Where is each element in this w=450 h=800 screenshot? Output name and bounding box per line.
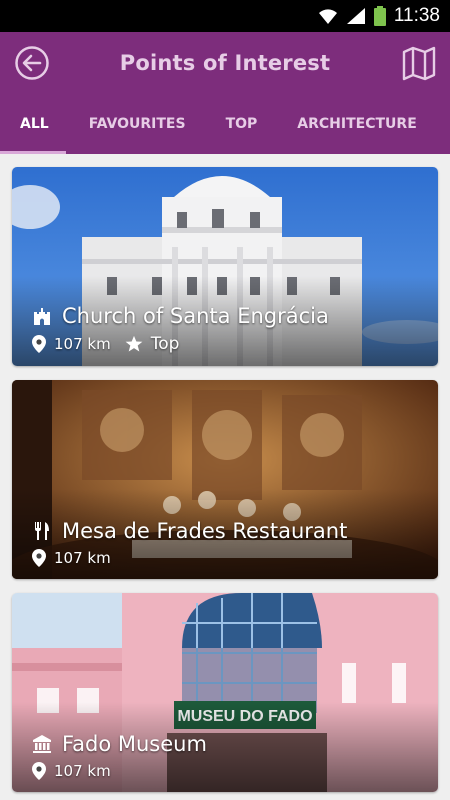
place-meta: 107 km	[32, 549, 347, 567]
status-time: 11:38	[393, 5, 440, 26]
top-badge: Top	[125, 334, 180, 354]
map-button[interactable]	[402, 45, 436, 81]
place-title-row: Fado Museum	[32, 732, 207, 756]
distance-value: 107 km	[54, 549, 111, 567]
category-tabs: ALL FAVOURITES TOP ARCHITECTURE BA	[0, 94, 450, 154]
signal-icon	[346, 7, 366, 25]
place-card[interactable]: Mesa de Frades Restaurant 107 km	[12, 380, 438, 579]
location-pin-icon	[32, 762, 46, 780]
page-title: Points of Interest	[119, 51, 331, 75]
place-name: Mesa de Frades Restaurant	[62, 519, 348, 543]
back-button[interactable]	[14, 45, 50, 81]
tab-favourites[interactable]: FAVOURITES	[69, 94, 206, 154]
location-pin-icon	[32, 335, 46, 353]
tab-architecture[interactable]: ARCHITECTURE	[277, 94, 436, 154]
places-list: Church of Santa Engrácia 107 km Top Mesa…	[0, 154, 450, 792]
distance: 107 km	[32, 335, 111, 353]
place-title-row: Mesa de Frades Restaurant	[32, 519, 347, 543]
map-icon	[402, 46, 436, 81]
tab-all[interactable]: ALL	[0, 94, 69, 154]
tab-top[interactable]: TOP	[206, 94, 278, 154]
place-name: Church of Santa Engrácia	[62, 304, 329, 328]
distance: 107 km	[32, 762, 111, 780]
app-bar: Points of Interest	[0, 32, 450, 94]
distance-value: 107 km	[54, 762, 111, 780]
place-info: Fado Museum 107 km	[32, 732, 207, 780]
status-bar: 11:38	[0, 0, 450, 32]
distance: 107 km	[32, 549, 111, 567]
castle-icon	[34, 308, 50, 325]
location-pin-icon	[32, 549, 46, 567]
active-tab-indicator	[0, 151, 66, 154]
place-info: Mesa de Frades Restaurant 107 km	[32, 519, 347, 567]
place-title-row: Church of Santa Engrácia	[32, 304, 329, 328]
place-info: Church of Santa Engrácia 107 km Top	[32, 304, 329, 354]
place-name: Fado Museum	[62, 732, 207, 756]
museum-icon	[33, 735, 51, 753]
wifi-icon	[318, 7, 338, 25]
battery-icon	[373, 6, 386, 26]
tab-ba[interactable]: BA	[437, 94, 450, 154]
place-card[interactable]: Church of Santa Engrácia 107 km Top	[12, 167, 438, 366]
fork-knife-icon	[35, 522, 49, 540]
place-meta: 107 km Top	[32, 334, 329, 354]
star-icon	[125, 335, 143, 352]
badge-label: Top	[150, 334, 180, 354]
distance-value: 107 km	[54, 335, 111, 353]
place-card[interactable]: MUSEU DO FADO Fado Museum	[12, 593, 438, 792]
place-meta: 107 km	[32, 762, 207, 780]
back-arrow-icon	[15, 46, 49, 80]
